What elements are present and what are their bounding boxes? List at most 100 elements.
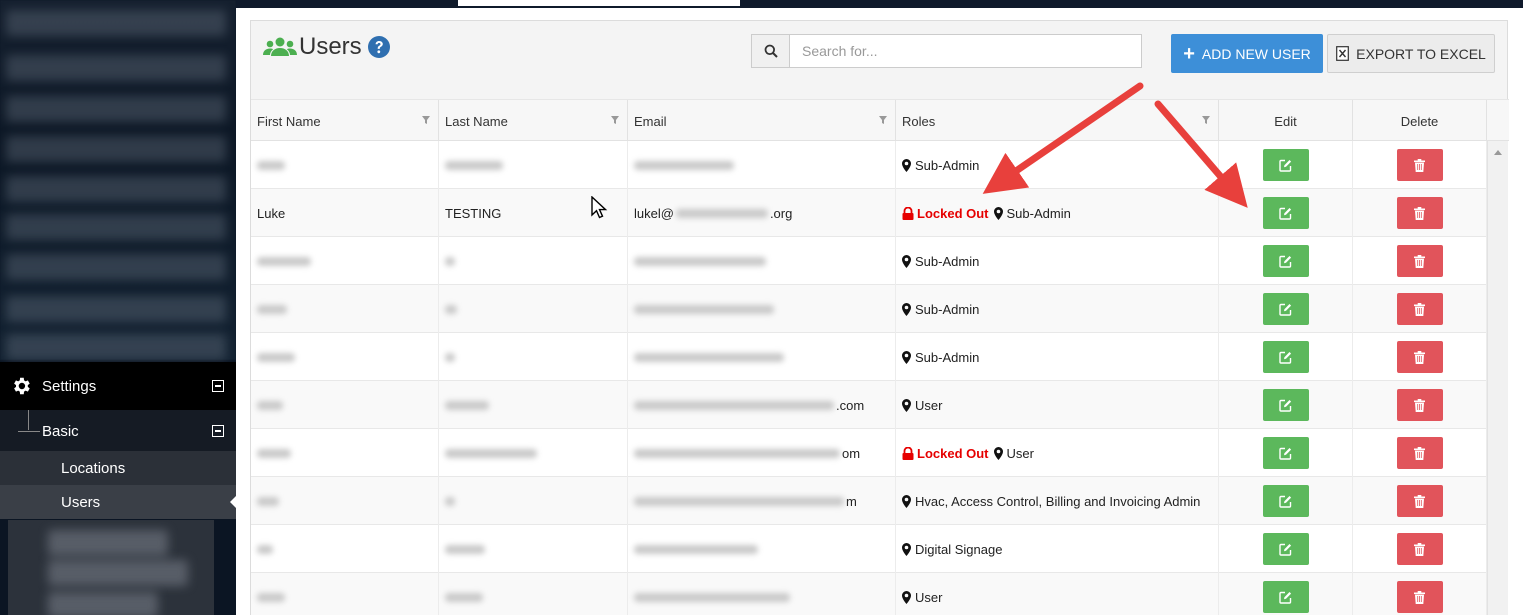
cell-roles: Sub-Admin [896,237,1219,285]
delete-button[interactable] [1396,389,1443,421]
delete-button[interactable] [1396,437,1443,469]
sidebar-blurred-menu [0,0,236,360]
column-header-label: Delete [1400,113,1439,129]
search-input[interactable] [790,35,1141,67]
column-header-last-name[interactable]: Last Name [439,100,628,142]
top-bar [236,0,1523,8]
trash-icon [1414,590,1425,604]
table-scrollbar[interactable] [1487,141,1508,615]
cell-email [628,525,896,573]
edit-icon [1279,447,1292,460]
filter-icon[interactable] [1202,116,1210,124]
edit-button[interactable] [1262,293,1309,325]
delete-button[interactable] [1396,293,1443,325]
cell-delete [1353,237,1487,285]
trash-icon [1414,494,1425,508]
cell-last-name [439,141,628,189]
cell-email: om [628,429,896,477]
collapse-icon[interactable] [212,380,224,392]
filter-icon[interactable] [611,116,619,124]
cell-last-name [439,525,628,573]
locked-out-badge: Locked Out [917,445,989,461]
delete-button[interactable] [1396,581,1443,613]
delete-button[interactable] [1396,341,1443,373]
edit-button[interactable] [1262,437,1309,469]
search-button[interactable] [752,35,790,67]
filter-icon[interactable] [879,116,887,124]
cell-roles: Locked Out Sub-Admin [896,189,1219,237]
column-header-label: Email [634,113,667,129]
trash-icon [1414,398,1425,412]
delete-button[interactable] [1396,197,1443,229]
sidebar-item-settings[interactable]: Settings [0,362,236,410]
map-pin-icon [993,206,1003,220]
table-row[interactable]: Luke TESTING lukel@ .org Locked Out Sub-A… [251,189,1487,237]
table-row[interactable]: Sub-Admin [251,141,1487,189]
table-row[interactable]: User [251,573,1487,615]
cell-first-name [251,237,439,285]
table-row[interactable]: Sub-Admin [251,285,1487,333]
column-header-label: Edit [1274,113,1297,129]
tree-line [28,410,29,430]
role-text: User [915,397,943,413]
cell-last-name [439,333,628,381]
lock-icon [902,206,914,220]
role-text: Sub-Admin [915,349,980,365]
edit-button[interactable] [1262,581,1309,613]
table-row[interactable]: .com User [251,381,1487,429]
column-header-roles[interactable]: Roles [896,100,1219,142]
cell-email [628,285,896,333]
cell-first-name [251,573,439,615]
cell-roles: Sub-Admin [896,141,1219,189]
table-row[interactable]: Sub-Admin [251,333,1487,381]
table-row[interactable]: Sub-Admin [251,237,1487,285]
sidebar-item-locations[interactable]: Locations [0,451,236,485]
export-to-excel-button[interactable]: EXPORT TO EXCEL [1327,34,1495,73]
panel-header: Users + ADD NEW USER [251,21,1507,99]
search-box [751,34,1142,68]
collapse-icon[interactable] [212,425,224,437]
edit-button[interactable] [1262,389,1309,421]
add-new-user-button[interactable]: + ADD NEW USER [1171,34,1323,73]
cell-last-name [439,477,628,525]
excel-icon [1336,46,1350,61]
column-header-first-name[interactable]: First Name [251,100,439,142]
cell-roles: Sub-Admin [896,333,1219,381]
edit-button[interactable] [1262,149,1309,181]
trash-icon [1414,302,1425,316]
cell-email [628,333,896,381]
table-row[interactable]: Digital Signage [251,525,1487,573]
column-header-email[interactable]: Email [628,100,896,142]
edit-button[interactable] [1262,533,1309,565]
page-title: Users [263,33,390,61]
top-bar-input[interactable] [458,0,740,6]
edit-button[interactable] [1262,197,1309,229]
trash-icon [1414,542,1425,556]
trash-icon [1414,446,1425,460]
edit-icon [1279,495,1292,508]
delete-button[interactable] [1396,485,1443,517]
scroll-up-icon[interactable] [1494,150,1502,155]
cell-email: m [628,477,896,525]
edit-button[interactable] [1262,485,1309,517]
cell-edit [1219,381,1353,429]
cell-edit [1219,237,1353,285]
table-row[interactable]: m Hvac, Access Control, Billing and Invo… [251,477,1487,525]
edit-icon [1279,303,1292,316]
cell-email: lukel@ .org [628,189,896,237]
cell-edit [1219,285,1353,333]
delete-button[interactable] [1396,245,1443,277]
sidebar-item-basic[interactable]: Basic [0,410,236,452]
sidebar-item-users[interactable]: Users [0,485,236,519]
help-circle-icon[interactable] [367,36,390,58]
sidebar-blurred-submenu [8,520,214,615]
cell-delete [1353,429,1487,477]
delete-button[interactable] [1396,149,1443,181]
edit-button[interactable] [1262,245,1309,277]
filter-icon[interactable] [422,116,430,124]
delete-button[interactable] [1396,533,1443,565]
edit-button[interactable] [1262,341,1309,373]
cell-edit [1219,477,1353,525]
table-row[interactable]: om Locked Out User [251,429,1487,477]
role-text: Sub-Admin [915,301,980,317]
